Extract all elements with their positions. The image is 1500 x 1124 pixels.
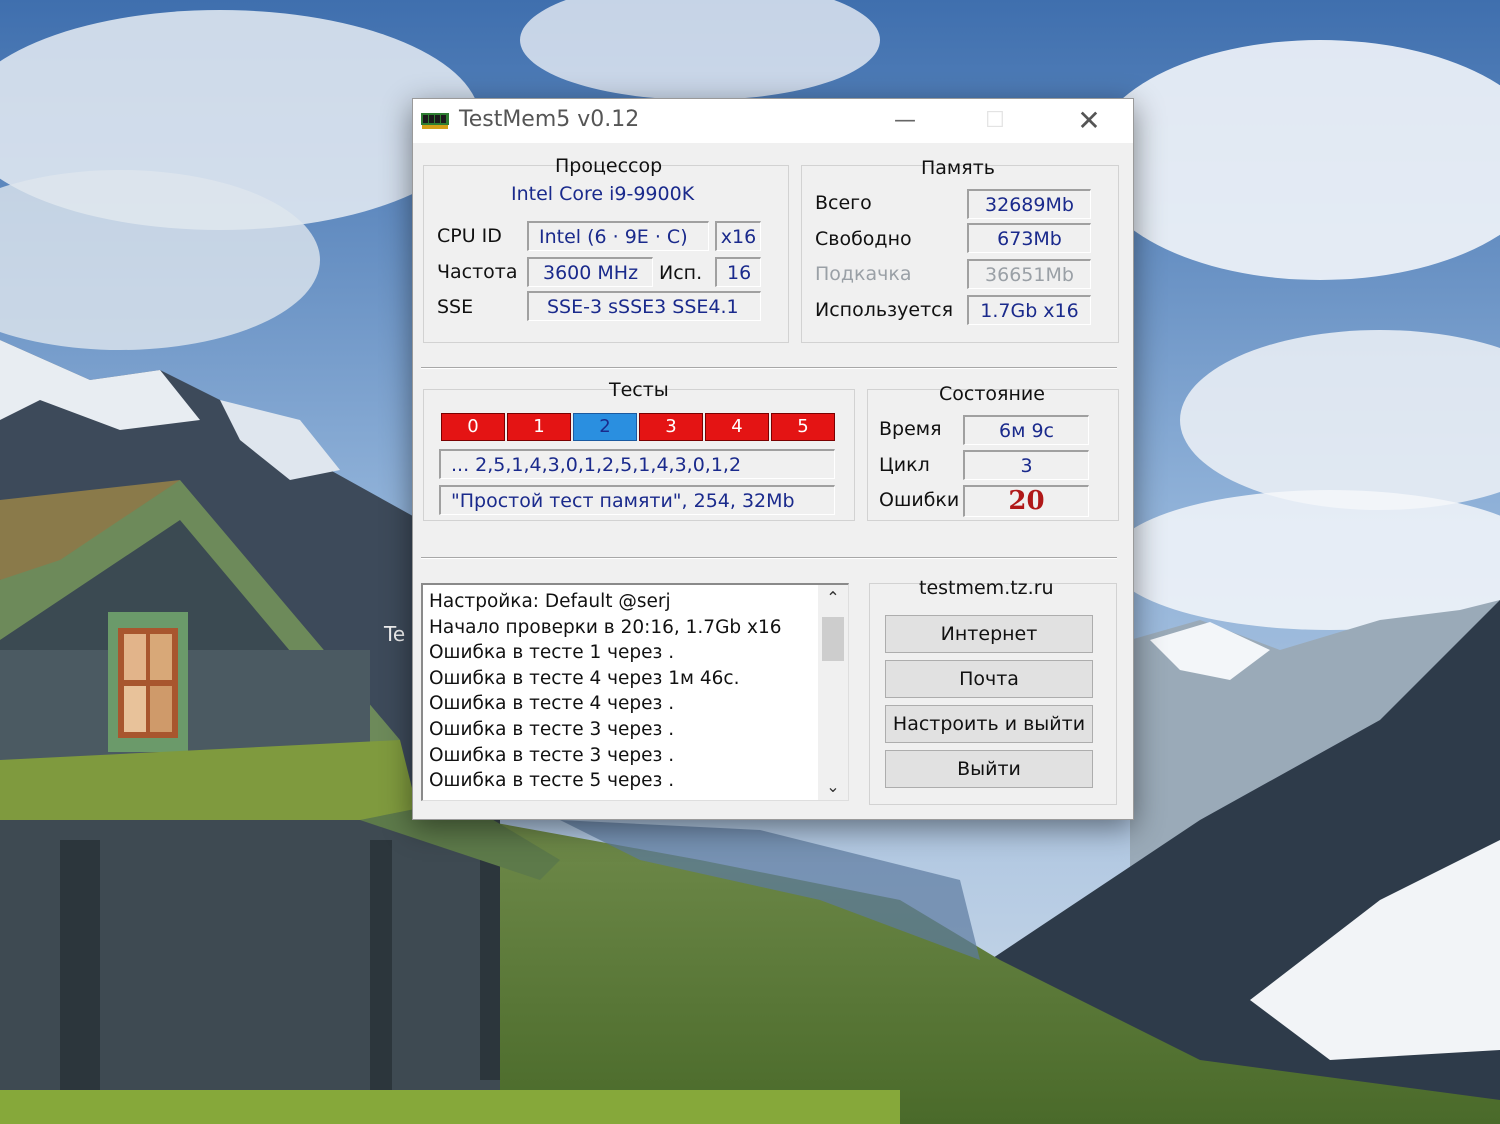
- log-line: Ошибка в тесте 4 через 1м 46с.: [429, 667, 740, 689]
- sse-label: SSE: [437, 296, 474, 318]
- test-cell-1: 1: [507, 413, 571, 441]
- internet-button[interactable]: Интернет: [885, 615, 1093, 653]
- mail-button[interactable]: Почта: [885, 660, 1093, 698]
- frequency-label: Частота: [437, 261, 518, 283]
- log-lines: Настройка: Default @serj Начало проверки…: [429, 589, 815, 794]
- desktop-icon-label[interactable]: Te: [384, 622, 405, 646]
- log-scrollbar[interactable]: ⌃ ⌄: [818, 585, 848, 800]
- configure-exit-button[interactable]: Настроить и выйти: [885, 705, 1093, 743]
- swap-field: 36651Mb: [967, 259, 1091, 289]
- used-threads-field: 16: [715, 257, 761, 287]
- log-line: Ошибка в тесте 5 через .: [429, 770, 675, 792]
- log-line: Начало проверки в 20:16, 1.7Gb x16: [429, 616, 782, 638]
- test-cell-5: 5: [771, 413, 835, 441]
- cpu-id-label: CPU ID: [437, 225, 502, 247]
- tests-header: Тесты: [609, 379, 669, 401]
- test-cell-4: 4: [705, 413, 769, 441]
- exit-button[interactable]: Выйти: [885, 750, 1093, 788]
- total-memory-label: Всего: [815, 192, 872, 214]
- title-bar[interactable]: TestMem5 v0.12 — ☐ ✕: [413, 99, 1133, 143]
- test-cell-3: 3: [639, 413, 703, 441]
- test-sequence-field: ... 2,5,1,4,3,0,1,2,5,1,4,3,0,1,2: [439, 449, 835, 479]
- used-threads-label: Исп.: [659, 262, 703, 284]
- log-line: Ошибка в тесте 3 через .: [429, 744, 675, 766]
- testmem5-window: TestMem5 v0.12 — ☐ ✕ Процессор Intel Cor…: [412, 98, 1134, 820]
- site-link[interactable]: testmem.tz.ru: [919, 577, 1054, 599]
- section-divider-top: [421, 367, 1117, 369]
- chevron-up-icon[interactable]: ⌃: [818, 585, 848, 611]
- test-cell-0: 0: [441, 413, 505, 441]
- swap-label: Подкачка: [815, 263, 912, 285]
- log-line: Настройка: Default @serj: [429, 591, 671, 612]
- log-line: Ошибка в тесте 4 через .: [429, 693, 675, 715]
- cpu-id-field: Intel (6 · 9E · C): [527, 221, 709, 251]
- cycle-label: Цикл: [879, 454, 930, 476]
- log-line: Ошибка в тесте 1 через .: [429, 642, 675, 664]
- cpu-model: Intel Core i9-9900K: [511, 183, 695, 205]
- free-memory-label: Свободно: [815, 228, 912, 250]
- errors-count: 20: [1008, 486, 1045, 516]
- free-memory-field: 673Mb: [967, 223, 1091, 253]
- current-test-field: "Простой тест памяти", 254, 32Mb: [439, 485, 835, 515]
- time-field: 6м 9с: [963, 415, 1089, 445]
- close-button[interactable]: ✕: [1059, 99, 1119, 143]
- chevron-down-icon[interactable]: ⌄: [818, 774, 848, 800]
- log-line: Ошибка в тесте 3 через .: [429, 718, 675, 740]
- threads-field: x16: [715, 221, 761, 251]
- processor-header: Процессор: [555, 155, 663, 177]
- log-listbox[interactable]: Настройка: Default @serj Начало проверки…: [421, 583, 849, 801]
- frequency-field: 3600 MHz: [527, 257, 653, 287]
- sse-field: SSE-3 sSSE3 SSE4.1: [527, 291, 761, 321]
- maximize-button: ☐: [985, 108, 1005, 133]
- time-label: Время: [879, 418, 942, 440]
- errors-field: 20: [963, 485, 1089, 517]
- scrollbar-thumb[interactable]: [822, 617, 844, 661]
- in-use-label: Используется: [815, 299, 954, 321]
- status-header: Состояние: [939, 383, 1045, 405]
- minimize-button[interactable]: —: [875, 99, 935, 143]
- cycle-field: 3: [963, 450, 1089, 480]
- section-divider-bottom: [421, 557, 1117, 559]
- memory-header: Память: [921, 157, 995, 179]
- memory-chip-icon: [421, 113, 449, 129]
- window-title: TestMem5 v0.12: [459, 107, 640, 132]
- test-cell-2: 2: [573, 413, 637, 441]
- total-memory-field: 32689Mb: [967, 189, 1091, 219]
- errors-label: Ошибки: [879, 489, 960, 511]
- in-use-field: 1.7Gb x16: [967, 295, 1091, 325]
